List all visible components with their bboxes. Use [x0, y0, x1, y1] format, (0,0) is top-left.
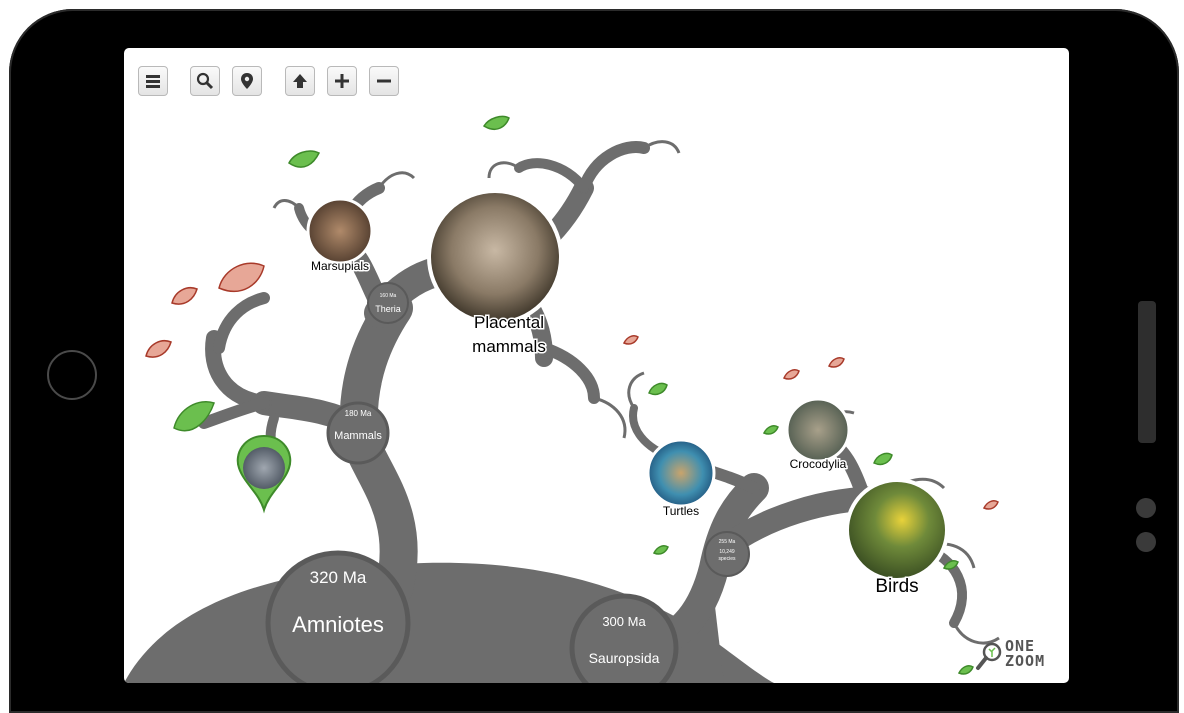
placental-mammals-image[interactable] [427, 189, 563, 325]
side-button-lower [1136, 532, 1156, 552]
onezoom-logo[interactable]: ONE ZOOM [975, 639, 1057, 675]
amniotes-age: 320 Ma [310, 568, 367, 587]
tree-of-life-canvas[interactable]: 320 Ma Amniotes 300 Ma Sauropsida 180 Ma… [124, 48, 1069, 683]
logo-line2: ZOOM [1005, 652, 1046, 670]
node-theria[interactable] [367, 282, 409, 324]
reptiles-age: 255 Ma [719, 539, 736, 545]
zoom-out-button[interactable] [369, 66, 399, 96]
side-button-upper [1136, 498, 1156, 518]
birds-image[interactable] [845, 478, 949, 582]
home-button[interactable] [47, 350, 97, 400]
arrow-up-icon [293, 74, 307, 88]
reptiles-species-count: 10,249 [719, 549, 735, 555]
placental-label-line2: mammals [472, 337, 546, 356]
marsupials-image[interactable] [306, 197, 374, 265]
search-button[interactable] [190, 66, 220, 96]
node-sauropsida[interactable] [569, 593, 679, 683]
hamburger-menu-icon [146, 75, 160, 88]
theria-age: 160 Ma [380, 293, 397, 299]
location-button[interactable] [232, 66, 262, 96]
logo-text: ONE ZOOM [1005, 639, 1045, 669]
amniotes-name: Amniotes [292, 612, 384, 637]
marsupials-label: Marsupials [311, 259, 369, 273]
mammals-name: Mammals [334, 430, 382, 442]
tree-viewer-screen[interactable]: 320 Ma Amniotes 300 Ma Sauropsida 180 Ma… [124, 48, 1069, 683]
birds-label: Birds [875, 576, 918, 597]
reptiles-species-label: species [719, 556, 736, 562]
placental-label-line1: Placental [474, 313, 544, 332]
sauropsida-age: 300 Ma [602, 614, 646, 629]
sauropsida-name: Sauropsida [589, 650, 660, 666]
map-pin-icon [241, 73, 253, 89]
up-button[interactable] [285, 66, 315, 96]
magnifier-tree-icon [976, 642, 1002, 670]
crocodylia-label: Crocodylia [790, 457, 847, 471]
menu-button[interactable] [138, 66, 168, 96]
turtles-image[interactable] [646, 438, 716, 508]
minus-icon [377, 79, 391, 83]
volume-rocker [1138, 301, 1156, 443]
crocodylia-image[interactable] [785, 397, 851, 463]
plus-icon [335, 74, 349, 88]
fish-pin-marker[interactable] [236, 434, 292, 514]
theria-name: Theria [375, 304, 401, 314]
zoom-in-button[interactable] [327, 66, 357, 96]
turtles-label: Turtles [663, 504, 699, 518]
mammals-age: 180 Ma [345, 409, 372, 418]
search-icon [196, 72, 214, 90]
